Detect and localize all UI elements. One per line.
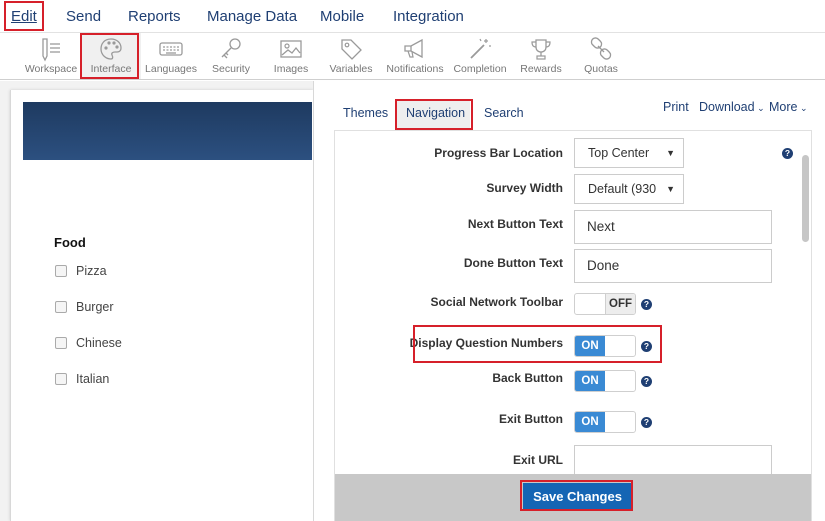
selected-value: Default (930	[588, 182, 657, 196]
done-button-text-label: Done Button Text	[463, 256, 563, 270]
checkbox[interactable]	[55, 373, 67, 385]
tool-images[interactable]: Images	[261, 33, 321, 79]
tool-label: Workspace	[24, 63, 78, 75]
megaphone-icon	[404, 38, 423, 59]
back-button-toggle[interactable]: ON	[574, 370, 636, 392]
menu-manage-data[interactable]: Manage Data	[207, 8, 297, 25]
tab-themes[interactable]: Themes	[343, 106, 388, 120]
trophy-icon	[531, 39, 551, 60]
tool-label: Images	[273, 63, 309, 75]
menu-send[interactable]: Send	[66, 8, 101, 25]
tool-label: Security	[212, 63, 250, 75]
exit-url-input[interactable]	[574, 445, 772, 475]
tool-workspace[interactable]: Workspace	[21, 33, 81, 79]
selected-value: Top Center	[588, 146, 650, 160]
magic-wand-icon	[470, 38, 491, 59]
tool-quotas[interactable]: Quotas	[571, 33, 631, 79]
social-network-toolbar-toggle[interactable]: OFF	[574, 293, 636, 315]
social-network-toolbar-label: Social Network Toolbar	[430, 295, 563, 309]
chevron-down-icon: ⌄	[797, 103, 808, 113]
tool-label: Notifications	[386, 63, 444, 75]
display-question-numbers-label: Display Question Numbers	[409, 336, 563, 350]
caret-down-icon: ▼	[666, 148, 675, 158]
scrollbar[interactable]	[802, 155, 809, 242]
tab-navigation[interactable]: Navigation	[406, 106, 465, 120]
help-icon[interactable]: ?	[641, 376, 652, 387]
option-label: Italian	[76, 372, 110, 386]
tag-icon	[341, 39, 362, 60]
survey-width-select[interactable]: Default (930 ▼	[574, 174, 684, 204]
toggle-state: ON	[575, 371, 605, 391]
tool-label: Variables	[329, 63, 373, 75]
tool-interface[interactable]: Interface	[81, 33, 141, 79]
tool-label: Quotas	[584, 63, 618, 75]
tool-rewards[interactable]: Rewards	[511, 33, 571, 79]
tool-notifications[interactable]: Notifications	[385, 33, 445, 79]
chevron-down-icon: ⌄	[754, 103, 765, 113]
next-button-text-input[interactable]: Next	[574, 210, 772, 244]
top-menu: Edit Send Reports Manage Data Mobile Int…	[0, 0, 825, 33]
tab-search[interactable]: Search	[484, 106, 524, 120]
tool-label: Completion	[453, 63, 507, 75]
caret-down-icon: ▼	[666, 184, 675, 194]
tool-label: Interface	[90, 63, 132, 75]
next-button-text-label: Next Button Text	[467, 217, 563, 231]
toggle-state: OFF	[605, 294, 635, 314]
display-question-numbers-toggle[interactable]: ON	[574, 335, 636, 357]
toggle-state: ON	[575, 336, 605, 356]
more-label: More	[769, 100, 798, 114]
tool-label: Rewards	[520, 63, 562, 75]
progress-bar-location-label: Progress Bar Location	[434, 146, 563, 160]
key-icon	[221, 38, 241, 59]
help-icon[interactable]: ?	[641, 341, 652, 352]
survey-width-label: Survey Width	[486, 181, 563, 195]
more-link[interactable]: More ⌄	[769, 100, 808, 114]
menu-reports[interactable]: Reports	[128, 8, 181, 25]
download-link[interactable]: Download ⌄	[699, 100, 765, 114]
menu-edit[interactable]: Edit	[11, 8, 37, 25]
tool-security[interactable]: Security	[201, 33, 261, 79]
done-button-text-input[interactable]: Done	[574, 249, 772, 283]
option-label: Burger	[76, 300, 114, 314]
checkbox[interactable]	[55, 337, 67, 349]
menu-integration[interactable]: Integration	[393, 8, 464, 25]
exit-url-label: Exit URL	[512, 453, 563, 467]
palette-icon	[100, 38, 122, 60]
help-icon[interactable]: ?	[782, 148, 793, 159]
tool-languages[interactable]: Languages	[141, 33, 201, 79]
progress-bar-location-select[interactable]: Top Center ▼	[574, 138, 684, 168]
toggle-state: ON	[575, 412, 605, 432]
tool-label: Languages	[145, 63, 197, 75]
keyboard-icon	[159, 42, 183, 56]
tool-variables[interactable]: Variables	[321, 33, 381, 79]
checkbox[interactable]	[55, 301, 67, 313]
menu-mobile[interactable]: Mobile	[320, 8, 364, 25]
help-icon[interactable]: ?	[641, 299, 652, 310]
tool-completion[interactable]: Completion	[450, 33, 510, 79]
back-button-label: Back Button	[492, 371, 563, 385]
exit-button-label: Exit Button	[499, 412, 563, 426]
print-link[interactable]: Print	[663, 100, 689, 114]
save-changes-button[interactable]: Save Changes	[523, 483, 632, 510]
exit-button-toggle[interactable]: ON	[574, 411, 636, 433]
checkbox[interactable]	[55, 265, 67, 277]
question-title: Food	[54, 235, 86, 250]
option-label: Chinese	[76, 336, 122, 350]
preview-header	[23, 102, 312, 160]
chain-icon	[590, 37, 612, 60]
help-icon[interactable]: ?	[641, 417, 652, 428]
download-label: Download	[699, 100, 755, 114]
option-label: Pizza	[76, 264, 107, 278]
toolbar: Workspace Interface Languages Security I…	[0, 33, 825, 80]
image-icon	[280, 40, 302, 58]
pencil-icon	[42, 38, 60, 62]
